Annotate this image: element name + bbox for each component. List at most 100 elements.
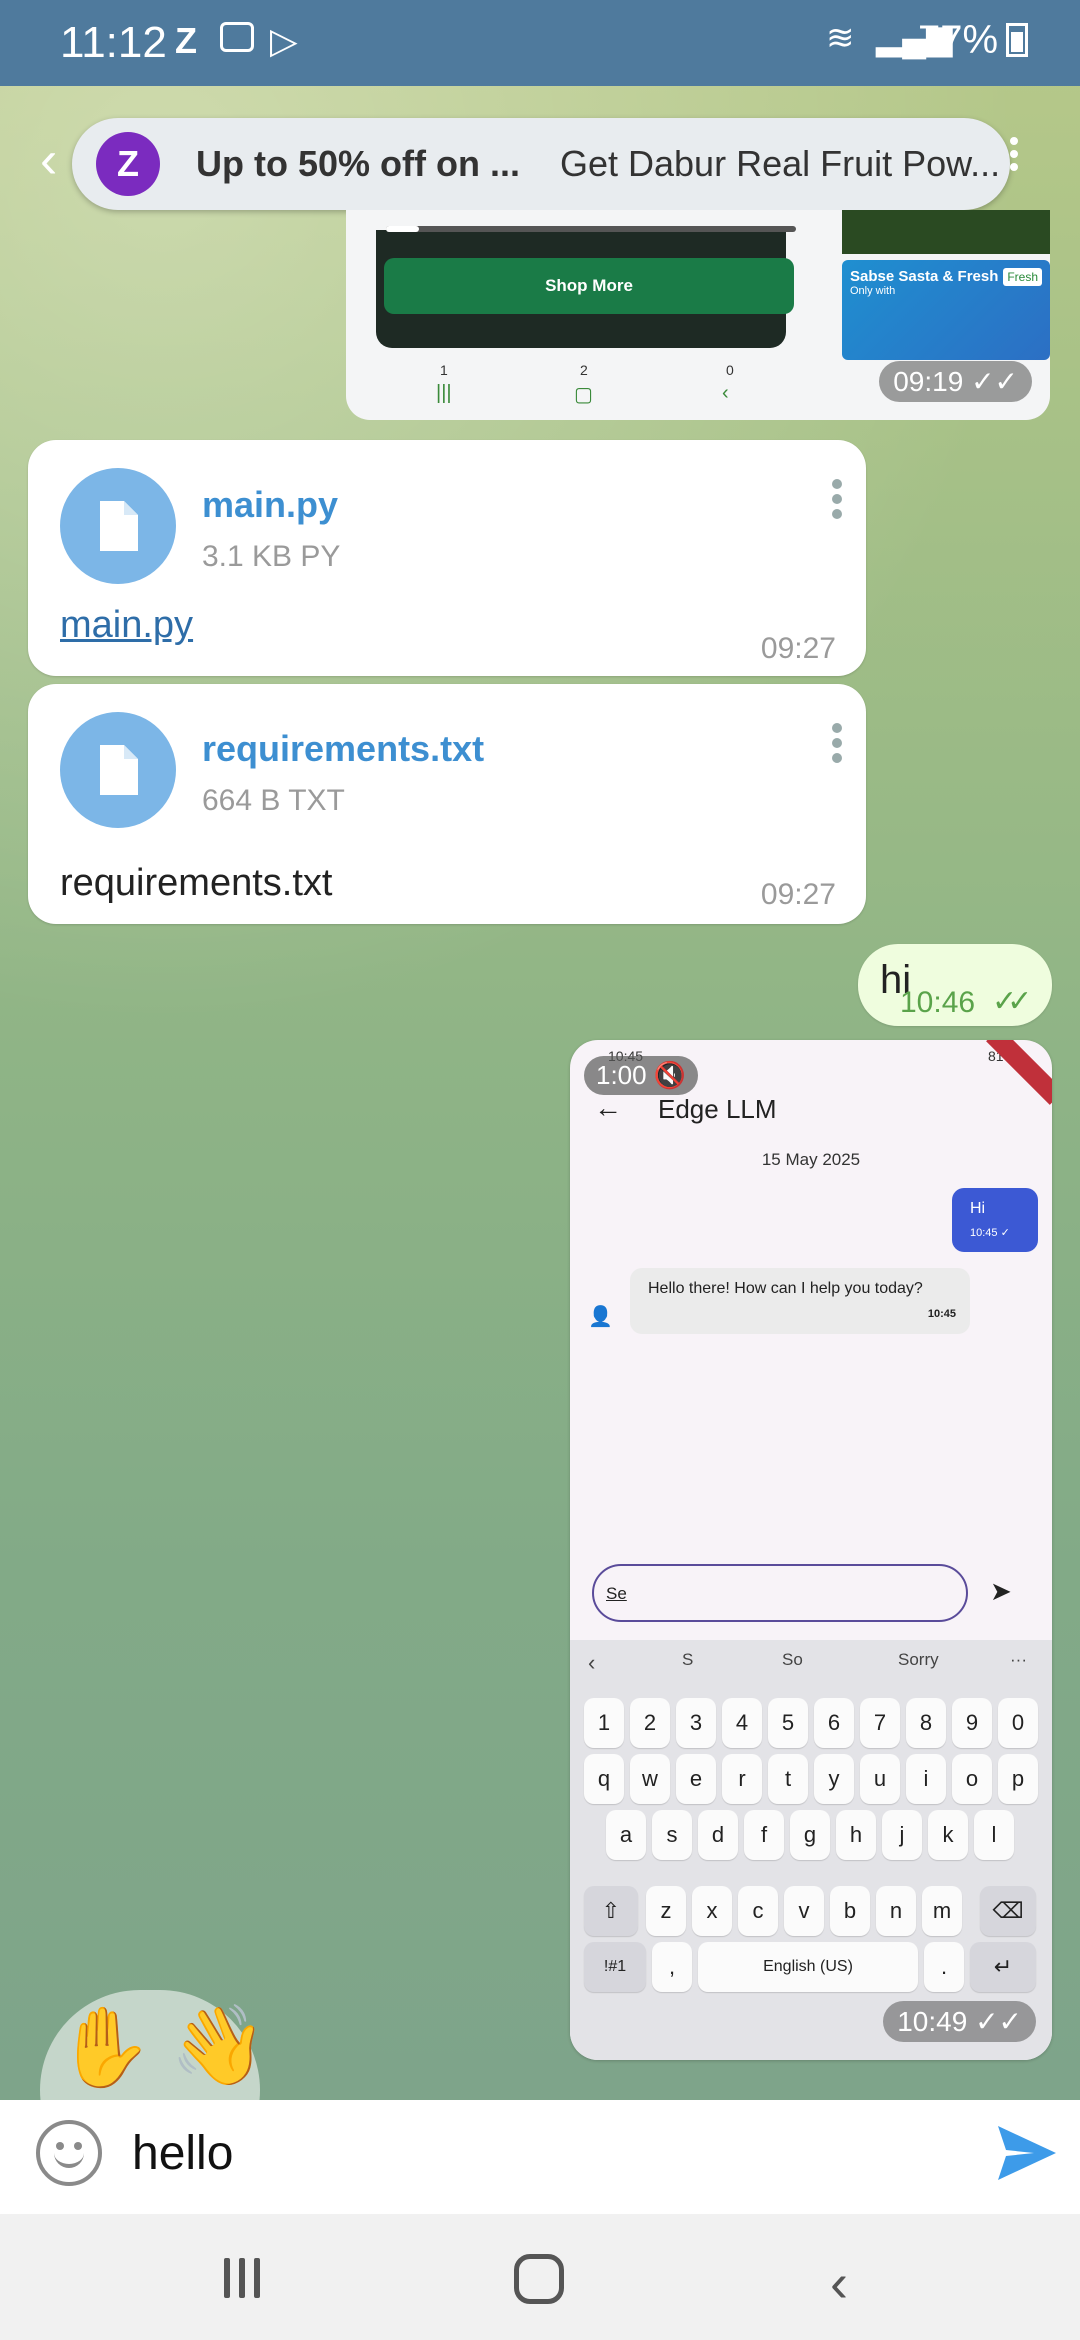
screenshot-input-value: Se xyxy=(606,1584,627,1603)
send-icon[interactable] xyxy=(994,2120,1060,2186)
keyboard-key: 4 xyxy=(722,1698,762,1748)
shop-more-button: Shop More xyxy=(384,258,794,314)
period-key: . xyxy=(924,1942,964,1992)
shift-key-icon: ⇧ xyxy=(584,1886,638,1936)
keyboard-key: x xyxy=(692,1886,732,1936)
screenshot-out-time: 10:45 ✓ xyxy=(970,1227,1010,1239)
video-duration-badge: 1:00 🔇 xyxy=(584,1056,699,1095)
keyboard-key: h xyxy=(836,1810,876,1860)
screenshot-nav-counts: 1 2 0 ||| ▢ ‹ xyxy=(346,360,832,420)
keyboard-key: b xyxy=(830,1886,870,1936)
screenshot-app-title: Edge LLM xyxy=(658,1094,777,1124)
keyboard-key: q xyxy=(584,1754,624,1804)
keyboard-key: f xyxy=(744,1810,784,1860)
back-icon[interactable]: ‹ xyxy=(830,2252,848,2314)
notification-body: Get Dabur Real Fruit Pow... xyxy=(559,143,1001,184)
keyboard-key: 1 xyxy=(584,1698,624,1748)
keyboard-key: 5 xyxy=(768,1698,808,1748)
keyboard-key: v xyxy=(784,1886,824,1936)
message-timestamp: 10:49 ✓✓ xyxy=(883,2001,1036,2042)
battery-indicator: 77% xyxy=(918,18,1029,63)
message-timestamp: 09:19 ✓✓ xyxy=(879,361,1032,402)
keyboard-key: y xyxy=(814,1754,854,1804)
file-time: 09:27 xyxy=(760,878,836,911)
outgoing-message[interactable]: hi 10:46 ✓✓ xyxy=(858,944,1052,1026)
enter-key-icon: ↵ xyxy=(970,1942,1036,1992)
play-store-icon: ▷ xyxy=(270,20,298,61)
battery-icon xyxy=(1006,23,1029,57)
battery-percent: 77% xyxy=(918,18,999,62)
screenshot-back-arrow-icon: ← xyxy=(594,1092,622,1123)
back-arrow-icon[interactable]: ‹ xyxy=(40,130,57,190)
screenshot-in-text: Hello there! How can I help you today? xyxy=(648,1280,923,1297)
file-message[interactable]: main.py 3.1 KB PY main.py 09:27 xyxy=(28,440,866,676)
image-message-top[interactable]: Shop More 1 2 0 ||| ▢ ‹ Sabse Sasta & Fr… xyxy=(346,210,1050,420)
home-icon[interactable] xyxy=(514,2254,564,2304)
file-size: 664 B TXT xyxy=(202,784,345,817)
file-document-icon[interactable] xyxy=(60,468,176,584)
keyboard-key: j xyxy=(882,1810,922,1860)
keyboard-key: r xyxy=(722,1754,762,1804)
progress-bar xyxy=(386,226,796,232)
file-name: requirements.txt xyxy=(202,728,485,769)
backspace-key-icon: ⌫ xyxy=(980,1886,1036,1936)
screenshot-banner-top xyxy=(842,210,1050,254)
keyboard-key: k xyxy=(928,1810,968,1860)
notification-title: Up to 50% off on ... xyxy=(196,143,520,184)
keyboard-key: e xyxy=(676,1754,716,1804)
screenshot-incoming-bubble: Hello there! How can I help you today? 1… xyxy=(630,1268,970,1334)
keyboard-key: o xyxy=(952,1754,992,1804)
keyboard-key: p xyxy=(998,1754,1038,1804)
waving-hand-icon[interactable]: 👋 xyxy=(170,2000,267,2092)
recents-icon[interactable] xyxy=(222,2258,262,2298)
keyboard-key: u xyxy=(860,1754,900,1804)
message-time: 10:46 xyxy=(900,986,976,1019)
screenshot-keyboard: ‹ S So Sorry ··· 1234567890 qwertyuiop asd… xyxy=(570,1640,1052,2060)
banner-subtitle: Only with xyxy=(850,285,896,297)
suggestion: Sorry xyxy=(898,1650,939,1669)
screenshot-back-icon: ‹ xyxy=(722,382,729,404)
emoji-icon[interactable] xyxy=(36,2120,102,2186)
status-bar: 11:12 Z ▷ ≋ ▂▄▆ 77% xyxy=(0,0,1080,86)
image-message-screenshot[interactable]: 10:45 81% 1:00 🔇 ← Edge LLM 15 May 2025 … xyxy=(570,1040,1052,2060)
file-options-icon[interactable] xyxy=(832,718,846,768)
waving-hands-sticker[interactable]: ✋ 👋 xyxy=(0,1990,267,2190)
keyboard-key: n xyxy=(876,1886,916,1936)
screen-record-icon xyxy=(220,22,254,52)
file-caption-link[interactable]: main.py xyxy=(60,604,193,647)
notification-banner[interactable]: Z Up to 50% off on ... Get Dabur Real Fr… xyxy=(72,118,1010,210)
screenshot-date: 15 May 2025 xyxy=(761,1150,861,1169)
keyboard-suggestions: ‹ S So Sorry ··· xyxy=(570,1640,1052,1682)
more-options-icon[interactable] xyxy=(1010,132,1020,182)
keyboard-key: t xyxy=(768,1754,808,1804)
nav-count-3: 0 xyxy=(726,362,734,378)
keyboard-key: m xyxy=(922,1886,962,1936)
keyboard-key: 9 xyxy=(952,1698,992,1748)
suggestion: S xyxy=(682,1650,694,1669)
notification-avatar: Z xyxy=(96,132,160,196)
keyboard-key: 7 xyxy=(860,1698,900,1748)
message-input-bar: hello xyxy=(0,2100,1080,2214)
keyboard-key: c xyxy=(738,1886,778,1936)
keyboard-key: 8 xyxy=(906,1698,946,1748)
keyboard-key: w xyxy=(630,1754,670,1804)
file-time: 09:27 xyxy=(760,632,836,665)
file-message[interactable]: requirements.txt 664 B TXT requirements.… xyxy=(28,684,866,924)
suggestion: So xyxy=(782,1650,803,1669)
raised-hand-icon: ✋ xyxy=(56,2003,154,2091)
screenshot-person-icon: 👤 xyxy=(588,1306,613,1328)
file-caption: requirements.txt xyxy=(60,862,333,904)
keyboard-key: l xyxy=(974,1810,1014,1860)
suggest-back-icon: ‹ xyxy=(588,1650,596,1675)
keyboard-key: d xyxy=(698,1810,738,1860)
file-document-icon[interactable] xyxy=(60,712,176,828)
screenshot-input-field: Se xyxy=(592,1564,968,1622)
file-options-icon[interactable] xyxy=(832,474,846,524)
screenshot-banner: Sabse Sasta & Fresh Only with Fresh xyxy=(842,260,1050,360)
file-name: main.py xyxy=(202,484,339,525)
message-time-text: 10:49 xyxy=(897,2006,968,2037)
screenshot-recents-icon: ||| xyxy=(436,382,452,404)
mute-icon: 🔇 xyxy=(653,1060,687,1090)
message-input[interactable]: hello xyxy=(132,2126,233,2181)
keyboard-key: a xyxy=(606,1810,646,1860)
